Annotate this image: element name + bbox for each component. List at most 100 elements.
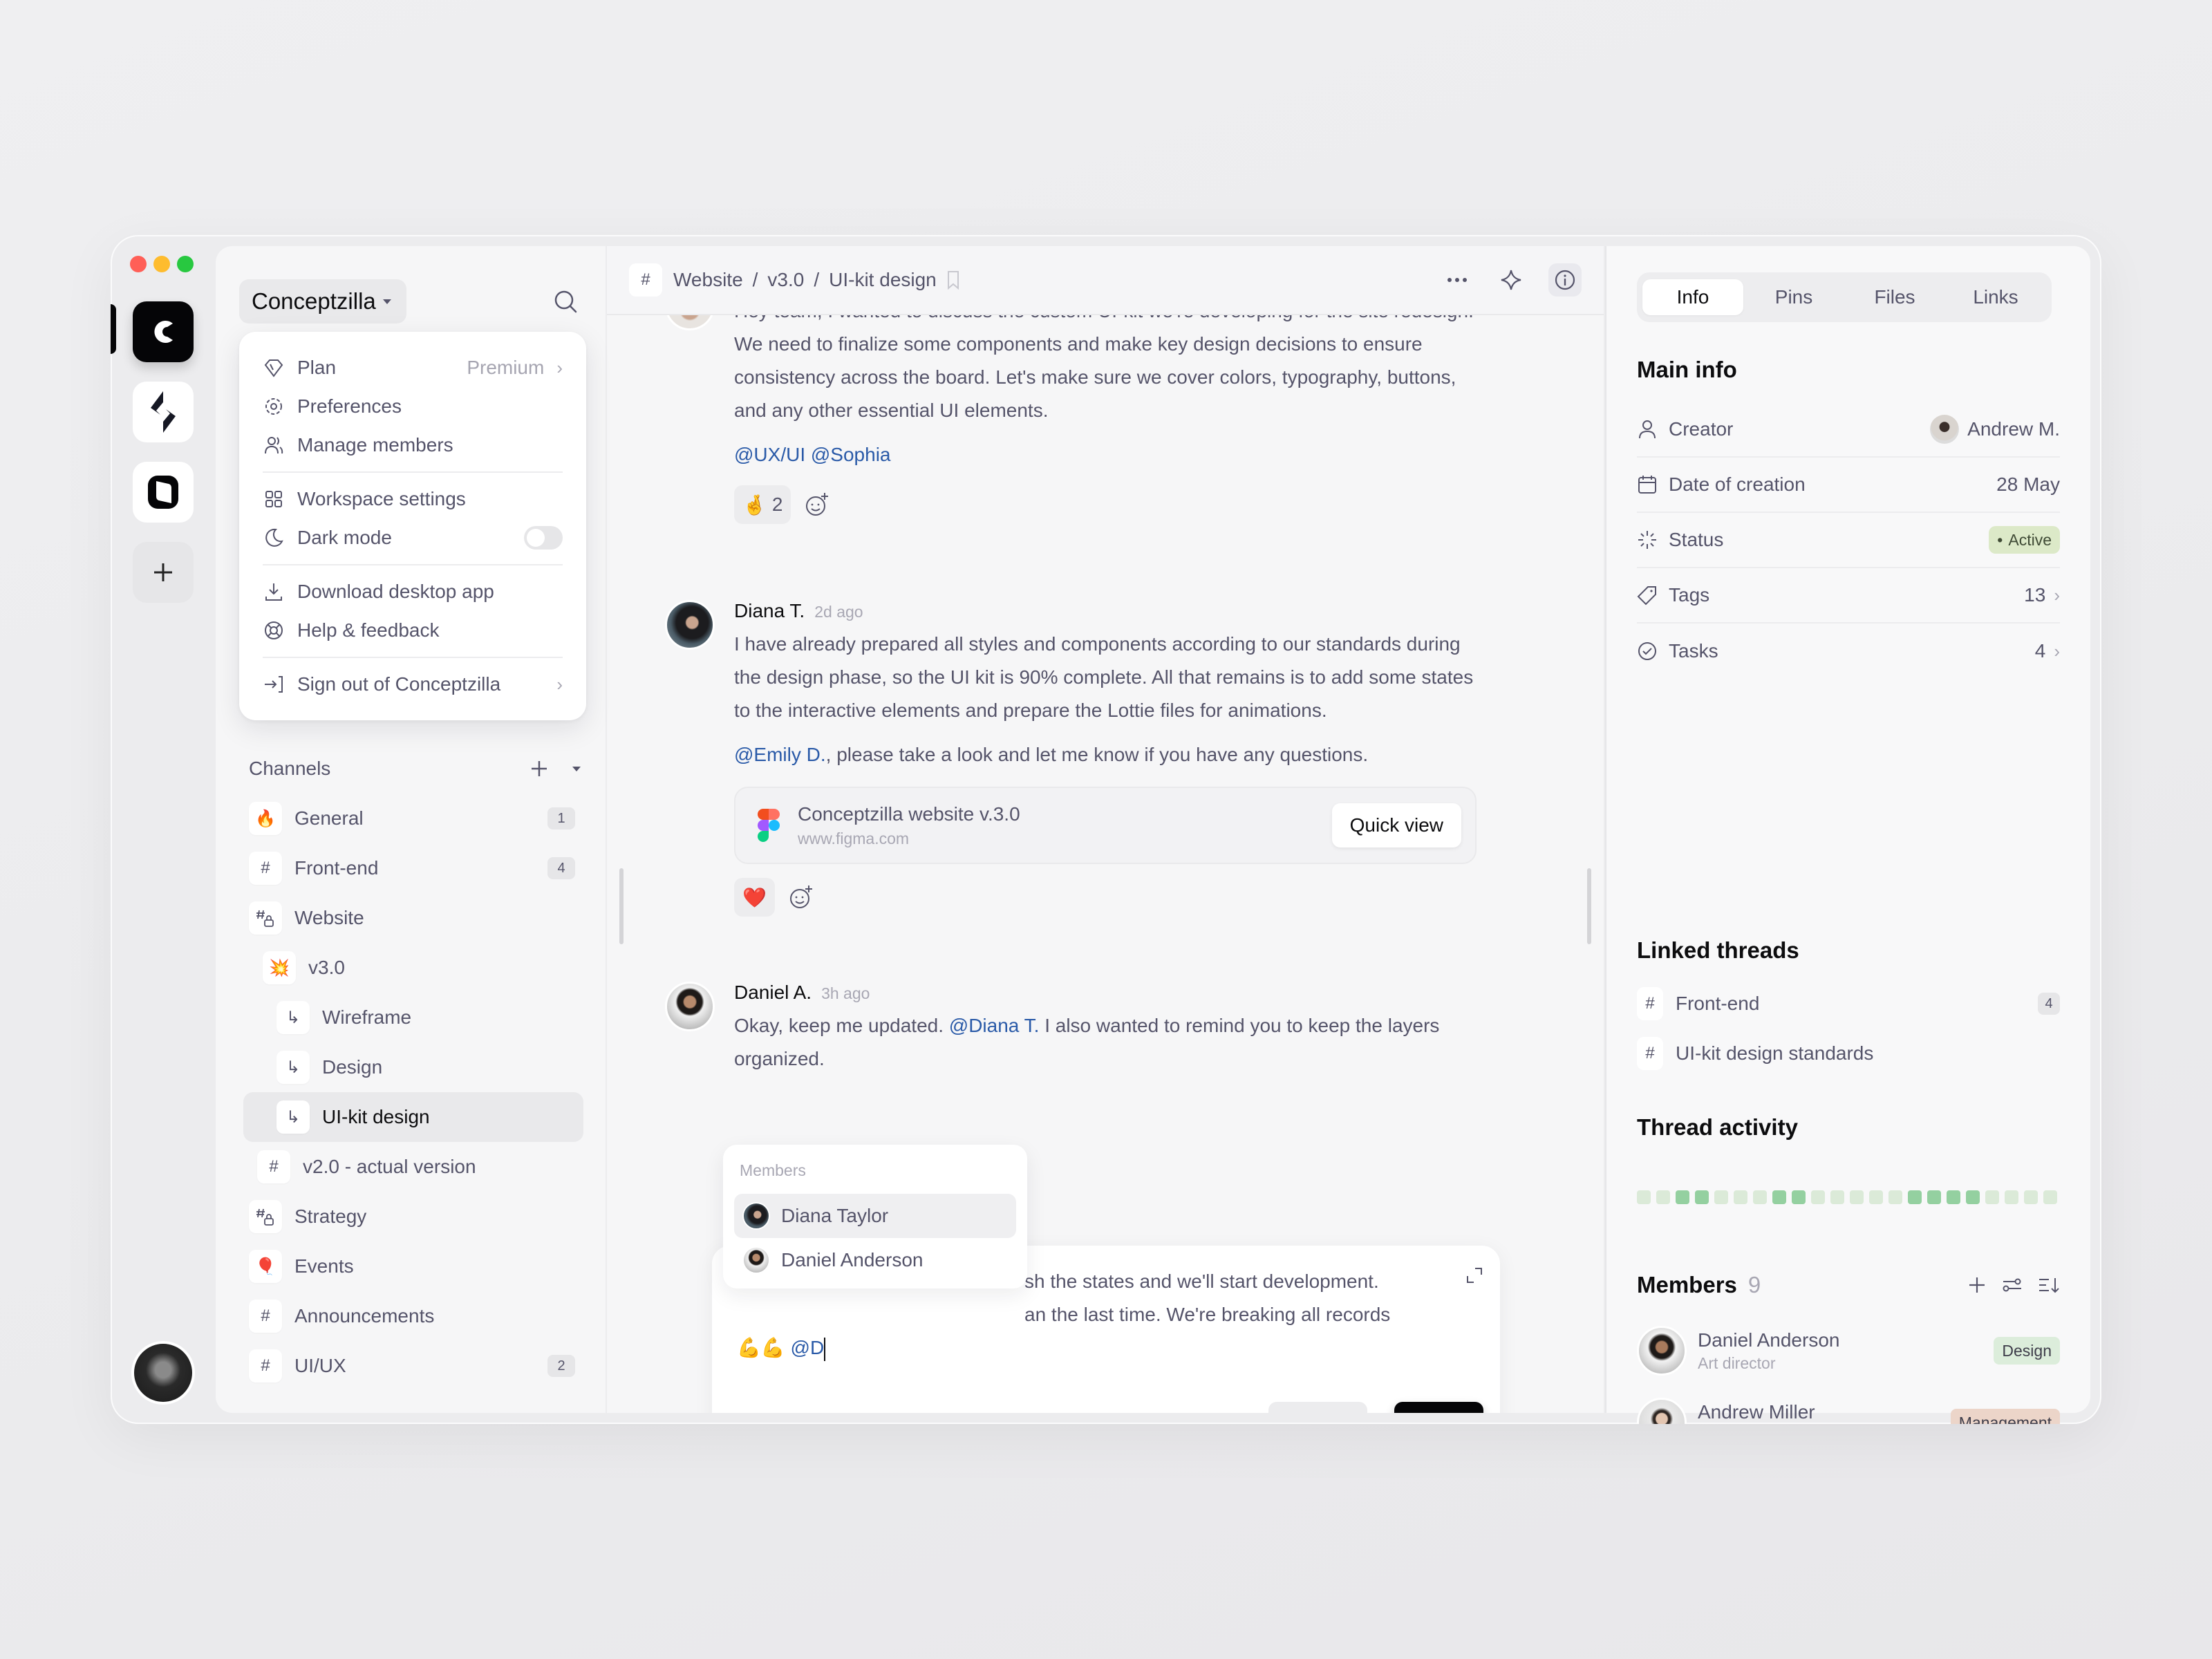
- linked-thread[interactable]: # Front-end 4: [1637, 979, 2060, 1029]
- more-horizontal-icon: [1447, 278, 1467, 282]
- ai-assist-button[interactable]: [740, 1412, 765, 1413]
- menu-item-help[interactable]: Help & feedback: [256, 611, 570, 650]
- quick-view-button[interactable]: Quick view: [1331, 803, 1461, 847]
- channel-list: 🔥 General 1 # Front-end 4 Website 💥 v3.0 ↳ Wirefra…: [243, 794, 583, 1391]
- add-reaction-button[interactable]: [786, 882, 816, 912]
- avatar: [1637, 1326, 1687, 1376]
- emoji-button[interactable]: [872, 1412, 897, 1413]
- send-button[interactable]: Send: [1394, 1402, 1483, 1413]
- channel-emoji-icon: 💥: [263, 951, 296, 984]
- channel-item[interactable]: Website: [243, 893, 583, 943]
- attachment-card[interactable]: Conceptzilla website v.3.0 www.figma.com…: [734, 787, 1477, 864]
- breadcrumb-item[interactable]: v3.0: [767, 269, 804, 291]
- attach-button[interactable]: [917, 1412, 941, 1413]
- dark-mode-toggle[interactable]: [524, 526, 563, 550]
- workspace-conceptzilla[interactable]: [133, 301, 194, 362]
- info-row-tags[interactable]: Tags 13 ›: [1637, 568, 2060, 624]
- info-label: Tasks: [1669, 640, 1718, 662]
- user-avatar[interactable]: [131, 1341, 195, 1405]
- member-name: Daniel Anderson: [1698, 1329, 1840, 1351]
- scrollbar[interactable]: [1587, 868, 1591, 944]
- tab-info[interactable]: Info: [1642, 279, 1743, 315]
- menu-item-manage-members[interactable]: Manage members: [256, 426, 570, 465]
- minimize-window-button[interactable]: [153, 256, 170, 272]
- calendar-icon: [1638, 476, 1656, 494]
- channel-item[interactable]: 🔥 General 1: [243, 794, 583, 843]
- expand-composer-button[interactable]: [1465, 1266, 1483, 1288]
- status-badge[interactable]: • Active: [1989, 526, 2060, 554]
- info-button[interactable]: [1548, 263, 1582, 297]
- shortcuts-button[interactable]: [828, 1412, 853, 1413]
- channel-item[interactable]: # v2.0 - actual version: [243, 1142, 583, 1192]
- author-name[interactable]: Daniel A.: [734, 982, 812, 1004]
- breadcrumb-item[interactable]: Website: [673, 269, 743, 291]
- member-row[interactable]: Daniel Anderson Art director Design: [1637, 1315, 2060, 1387]
- mention-button[interactable]: [784, 1412, 809, 1413]
- message: Daniel A. 3h ago Okay, keep me updated. …: [665, 982, 1494, 1076]
- menu-item-workspace-settings[interactable]: Workspace settings: [256, 480, 570, 518]
- reaction[interactable]: ❤️: [734, 878, 775, 917]
- channel-item[interactable]: # UI/UX 2: [243, 1341, 583, 1391]
- add-workspace-button[interactable]: [133, 542, 194, 603]
- workspace-name: Conceptzilla: [252, 288, 376, 314]
- mention[interactable]: @Emily D.: [734, 744, 826, 765]
- maximize-window-button[interactable]: [177, 256, 194, 272]
- figma-icon: [758, 809, 780, 842]
- channel-item[interactable]: ↳ Design: [243, 1042, 583, 1092]
- voice-button[interactable]: [961, 1412, 986, 1413]
- workspace-2[interactable]: [133, 382, 194, 442]
- creator-value[interactable]: Andrew M.: [1967, 418, 2060, 440]
- workspace-3[interactable]: [133, 462, 194, 523]
- sidebar: Conceptzilla Plan Premium › Preferences …: [216, 246, 606, 1413]
- filter-icon[interactable]: [2002, 1275, 2023, 1295]
- channel-item[interactable]: ↳ UI-kit design: [243, 1092, 583, 1142]
- info-row-tasks[interactable]: Tasks 4 ›: [1637, 624, 2060, 679]
- add-channel-icon[interactable]: [529, 759, 549, 778]
- tab-pins[interactable]: Pins: [1743, 279, 1844, 315]
- channel-item[interactable]: Strategy: [243, 1192, 583, 1241]
- channel-item[interactable]: 💥 v3.0: [243, 943, 583, 993]
- discard-button[interactable]: Discard: [1268, 1402, 1367, 1413]
- channel-item[interactable]: 🎈 Events: [243, 1241, 583, 1291]
- tab-links[interactable]: Links: [1945, 279, 2046, 315]
- scrollbar[interactable]: [619, 868, 624, 944]
- message-list: Hey team, I wanted to discuss the custom…: [607, 315, 1604, 1413]
- channel-item[interactable]: # Announcements: [243, 1291, 583, 1341]
- add-reaction-button[interactable]: [802, 489, 832, 520]
- bookmark-icon[interactable]: [946, 270, 960, 290]
- reaction[interactable]: 🤞 2: [734, 485, 791, 524]
- linked-thread[interactable]: # UI-kit design standards: [1637, 1029, 2060, 1078]
- channel-label: UI-kit design: [322, 1106, 430, 1127]
- channel-item[interactable]: ↳ Wireframe: [243, 993, 583, 1042]
- avatar: [665, 315, 715, 330]
- menu-item-preferences[interactable]: Preferences: [256, 387, 570, 426]
- activity-cell: [1637, 1190, 1651, 1204]
- more-button[interactable]: [1441, 263, 1474, 297]
- channel-item[interactable]: # Front-end 4: [243, 843, 583, 893]
- member-row[interactable]: Andrew MillerProduct ownerManagement: [1637, 1387, 2060, 1424]
- expand-icon: [1467, 1268, 1482, 1283]
- menu-item-sign-out[interactable]: Sign out of Conceptzilla ›: [256, 665, 570, 704]
- search-button[interactable]: [552, 288, 579, 315]
- message-mentions[interactable]: @UX/UI @Sophia: [734, 438, 1494, 471]
- attachment-url[interactable]: www.figma.com: [798, 830, 1315, 848]
- close-window-button[interactable]: [130, 256, 147, 272]
- mention-option[interactable]: Diana Taylor: [734, 1194, 1016, 1238]
- collapse-channels-icon[interactable]: [572, 766, 581, 771]
- channels-title: Channels: [249, 758, 331, 779]
- ai-button[interactable]: [1494, 263, 1528, 297]
- author-name[interactable]: Diana T.: [734, 600, 805, 622]
- mention-option[interactable]: Daniel Anderson: [734, 1238, 1016, 1282]
- linked-threads-list: # Front-end 4 # UI-kit design standards: [1637, 979, 2060, 1078]
- message-text: , please take a look and let me know if …: [825, 744, 1369, 765]
- sort-icon[interactable]: [2038, 1275, 2060, 1295]
- mention[interactable]: @Diana T.: [949, 1015, 1040, 1036]
- workspace-switcher[interactable]: Conceptzilla: [239, 279, 406, 324]
- menu-item-download-app[interactable]: Download desktop app: [256, 572, 570, 611]
- active-workspace-indicator: [111, 304, 116, 354]
- menu-item-plan[interactable]: Plan Premium ›: [256, 348, 570, 387]
- hash-icon: #: [249, 1300, 282, 1333]
- add-member-icon[interactable]: [1967, 1275, 1987, 1295]
- tab-files[interactable]: Files: [1844, 279, 1945, 315]
- thread-activity-title: Thread activity: [1637, 1114, 1798, 1140]
